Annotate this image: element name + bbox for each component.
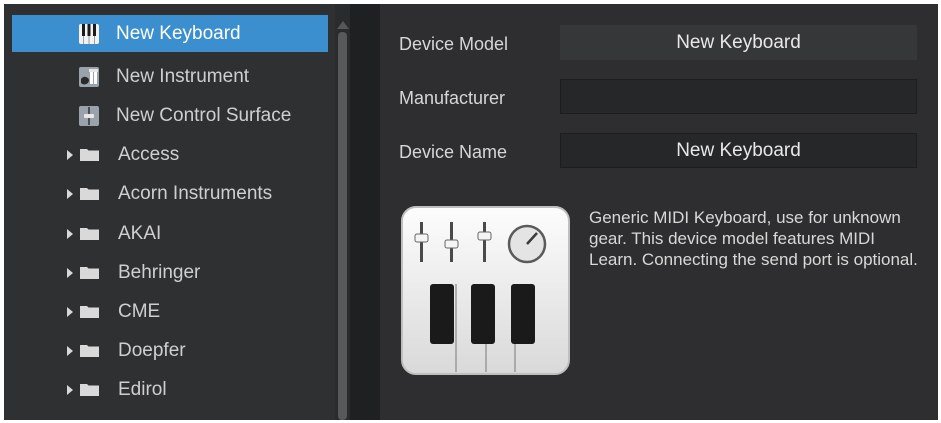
folder-icon: [80, 384, 99, 396]
tree-item-label: Edirol: [118, 378, 167, 400]
expand-arrow-icon[interactable]: [67, 306, 73, 317]
expand-arrow-icon[interactable]: [67, 267, 73, 278]
tree-scrollbar[interactable]: [335, 4, 350, 420]
tree-folder-doepfer[interactable]: Doepfer: [12, 332, 328, 369]
tree-folder-akai[interactable]: AKAI: [12, 215, 328, 252]
device-model-field[interactable]: New Keyboard: [560, 25, 917, 60]
expand-arrow-icon[interactable]: [67, 228, 73, 239]
tree-folder-behringer[interactable]: Behringer: [12, 254, 328, 291]
panel-divider: [350, 4, 380, 420]
tree-folder-acorn-instruments[interactable]: Acorn Instruments: [12, 175, 328, 212]
folder-icon: [80, 228, 99, 240]
tree-item-label: AKAI: [118, 222, 162, 244]
tree-item-new-instrument[interactable]: New Instrument: [12, 58, 328, 95]
tree-item-label: Behringer: [118, 261, 201, 283]
folder-icon: [80, 306, 99, 318]
device-detail-panel: Device Model New Keyboard Manufacturer D…: [380, 4, 938, 420]
tree-item-label: New Keyboard: [116, 22, 241, 44]
folder-icon: [80, 149, 99, 161]
device-model-label: Device Model: [399, 34, 509, 54]
tree-item-label: New Instrument: [116, 65, 250, 87]
device-tree: New Keyboard New Instrument New Control …: [4, 4, 334, 420]
expand-arrow-icon[interactable]: [67, 345, 73, 356]
device-name-label: Device Name: [399, 142, 508, 162]
keyboard-icon: [79, 23, 99, 44]
tree-folder-cme[interactable]: CME: [12, 293, 328, 330]
midi-keyboard-icon: [401, 206, 570, 375]
instrument-icon: [79, 66, 99, 87]
tree-item-label: CME: [118, 300, 161, 322]
tree-item-label: Acorn Instruments: [118, 182, 273, 204]
tree-item-label: Access: [118, 143, 180, 165]
scrollbar-thumb[interactable]: [338, 32, 347, 420]
folder-icon: [80, 267, 99, 279]
manufacturer-field[interactable]: [560, 79, 917, 114]
tree-item-new-control-surface[interactable]: New Control Surface: [12, 97, 328, 134]
tree-item-label: Doepfer: [118, 339, 186, 361]
tree-item-new-keyboard[interactable]: New Keyboard: [12, 15, 328, 52]
control-surface-icon: [79, 105, 99, 126]
device-name-field[interactable]: New Keyboard: [560, 133, 917, 168]
expand-arrow-icon[interactable]: [67, 188, 73, 199]
expand-arrow-icon[interactable]: [67, 384, 73, 395]
folder-icon: [80, 345, 99, 357]
manufacturer-label: Manufacturer: [399, 88, 506, 108]
tree-folder-edirol[interactable]: Edirol: [12, 371, 328, 408]
scroll-up-arrow-icon[interactable]: [337, 21, 349, 29]
device-tree-panel: New Keyboard New Instrument New Control …: [4, 4, 350, 420]
tree-item-label: New Control Surface: [116, 104, 292, 126]
device-description: Generic MIDI Keyboard, use for unknown g…: [589, 208, 918, 269]
folder-icon: [80, 188, 99, 200]
device-setup-window: New Keyboard New Instrument New Control …: [4, 4, 938, 420]
expand-arrow-icon[interactable]: [67, 149, 73, 160]
tree-folder-access[interactable]: Access: [12, 136, 328, 173]
